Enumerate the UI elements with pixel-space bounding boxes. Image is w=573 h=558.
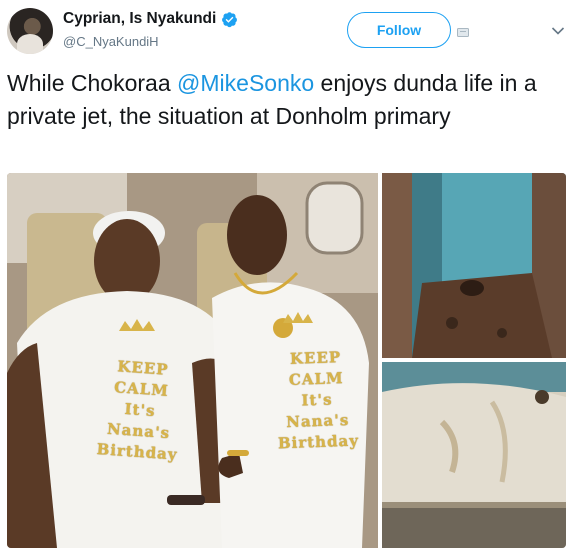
- left-shirt-text: KEEP CALM It's Nana's Birthday: [81, 354, 198, 466]
- photo-jet[interactable]: KEEP CALM It's Nana's Birthday KEEP CALM…: [7, 173, 378, 548]
- photo-toilet-wall-illustration: [382, 362, 566, 548]
- photo-toilet-floor[interactable]: [382, 173, 566, 358]
- photo-toilet-floor-illustration: [382, 173, 566, 358]
- verified-badge-icon: [222, 11, 238, 27]
- display-name[interactable]: Cyprian, Is Nyakundi: [63, 10, 216, 28]
- right-shirt-line: Birthday: [277, 431, 360, 453]
- follow-button-label: Follow: [376, 22, 422, 38]
- right-shirt-text: KEEP CALM It's Nana's Birthday: [255, 346, 378, 455]
- photo-toilet-wall[interactable]: [382, 362, 566, 548]
- tweet-header: Cyprian, Is Nyakundi @C_NyaKundiH Follow: [0, 0, 573, 62]
- translate-icon[interactable]: [457, 28, 469, 37]
- mention-link[interactable]: @MikeSonko: [177, 70, 314, 96]
- user-handle[interactable]: @C_NyaKundiH: [63, 34, 159, 49]
- tweet-text: While Chokoraa @MikeSonko enjoys dunda l…: [7, 67, 567, 133]
- avatar[interactable]: [7, 8, 53, 54]
- tweet-text-before: While Chokoraa: [7, 70, 178, 96]
- chevron-down-icon[interactable]: [551, 26, 565, 36]
- media-grid: KEEP CALM It's Nana's Birthday KEEP CALM…: [7, 173, 566, 548]
- name-row: Cyprian, Is Nyakundi: [63, 10, 238, 28]
- follow-button[interactable]: Follow: [347, 12, 451, 48]
